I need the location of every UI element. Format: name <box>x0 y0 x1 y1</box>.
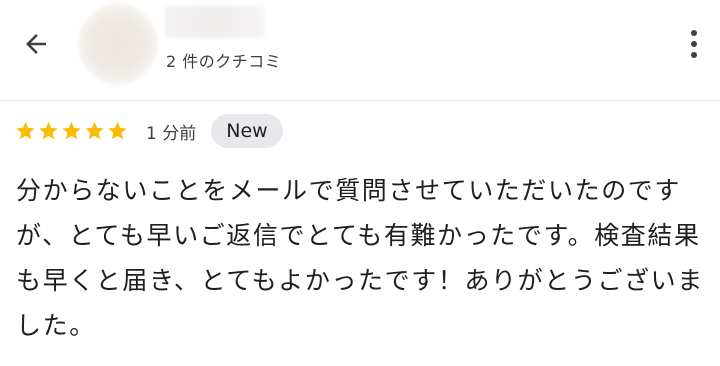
review-time: 1 分前 <box>146 123 197 144</box>
star-icon <box>108 121 127 140</box>
star-rating <box>14 120 129 142</box>
divider <box>0 100 720 101</box>
review-count: 2 件のクチコミ <box>166 52 282 71</box>
star-icon <box>16 121 35 140</box>
more-vert-icon <box>691 30 697 58</box>
star-icon <box>39 121 58 140</box>
review-header: 2 件のクチコミ <box>0 0 720 90</box>
review-text: 分からないことをメールで質問させていただいたのですが、とても早いご返信でとても有… <box>16 176 704 340</box>
review-meta: 1 分前 New <box>14 112 283 150</box>
avatar[interactable] <box>78 4 158 84</box>
back-button[interactable] <box>14 22 58 66</box>
more-options-button[interactable] <box>676 22 712 66</box>
new-badge: New <box>211 114 283 148</box>
star-icon <box>62 121 81 140</box>
reviewer-name-redacted[interactable] <box>165 6 265 38</box>
arrow-left-icon <box>26 34 46 54</box>
star-icon <box>85 121 104 140</box>
